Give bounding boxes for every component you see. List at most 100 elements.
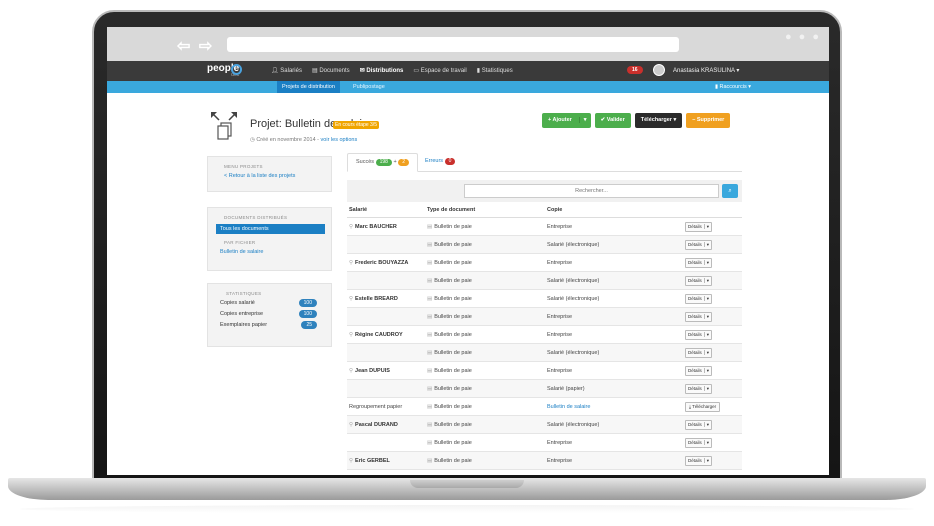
document-type: Bulletin de paie [434,278,472,284]
table-row[interactable]: ▤ Bulletin de paie Salarié (électronique) D… [347,344,742,362]
document-type: Bulletin de paie [434,386,472,392]
details-button[interactable]: Détails ▾ [685,348,713,358]
table-row[interactable]: ▤ Bulletin de paie Entreprise Détails ▾ [347,434,742,452]
chevron-down-icon[interactable]: ▾ [703,314,710,319]
table-row[interactable]: ⚲ Marc BAUCHER ▤ Bulletin de paie Entreprise… [347,218,742,236]
chevron-down-icon[interactable]: ▾ [703,296,710,301]
documents-table: Salarié Type de document Copie ⚲ Marc BAU… [347,203,742,470]
file-icon: ▤ [427,404,433,410]
file-icon: ▤ [427,350,433,356]
details-button[interactable]: Détails ▾ [685,384,713,394]
user-icon: ⚲ [349,368,354,374]
details-button[interactable]: Détails ▾ [685,240,713,250]
details-button[interactable]: Détails ▾ [685,222,713,232]
column-header[interactable]: Salarié [347,203,425,217]
details-button[interactable]: Détails ▾ [685,456,713,466]
details-button[interactable]: Détails ▾ [685,258,713,268]
employee-name: Jean DUPUIS [355,368,390,374]
download-row-button[interactable]: ⤓ Télécharger [685,402,721,412]
user-icon: ⚲ [349,296,354,302]
chevron-down-icon[interactable]: ▾ [703,224,710,229]
document-type: Bulletin de paie [434,314,472,320]
laptop-notch [410,480,524,488]
table-row[interactable]: Regroupement papier ▤ Bulletin de paie Bull… [347,398,742,416]
chevron-down-icon[interactable]: ▾ [703,458,710,463]
table-row[interactable]: ⚲ Jean DUPUIS ▤ Bulletin de paie Entreprise D… [347,362,742,380]
notification-badge[interactable]: 16 [627,66,643,74]
table-body: ⚲ Marc BAUCHER ▤ Bulletin de paie Entreprise… [347,218,742,470]
details-button[interactable]: Détails ▾ [685,294,713,304]
chevron-down-icon[interactable]: ▾ [578,117,587,123]
tab-errors[interactable]: Erreurs 0 [417,153,463,172]
tab-success[interactable]: Succès 198 + 2 [347,153,418,172]
table-row[interactable]: ⚲ Estelle BREARD ▤ Bulletin de paie Salarié … [347,290,742,308]
project-actions: + Ajouter ▾ ✔ Valider Télécharger ▾ – Sup… [542,113,731,128]
tab-mail-merge[interactable]: Publipostage [348,81,390,93]
copy-link[interactable]: Bulletin de salaire [545,398,685,415]
add-button[interactable]: + Ajouter ▾ [542,113,591,128]
document-type: Bulletin de paie [434,440,472,446]
table-row[interactable]: ▤ Bulletin de paie Entreprise Détails ▾ [347,308,742,326]
table-row[interactable]: ▤ Bulletin de paie Salarié (électronique) D… [347,236,742,254]
address-bar[interactable] [227,37,679,52]
file-icon: ▤ [427,296,433,302]
sidebar-item-payslip[interactable]: Bulletin de salaire [220,249,331,255]
sidebar-heading: STATISTIQUES [226,291,262,296]
chevron-down-icon[interactable]: ▾ [703,368,710,373]
app-top-nav: people doc 👤︎ Salariés ▤ Documents ✉ Dis… [107,61,829,81]
delete-button[interactable]: – Supprimer [686,113,731,128]
copy-type: Entreprise [547,260,573,266]
table-row[interactable]: ▤ Bulletin de paie Salarié (papier) Détails… [347,380,742,398]
chevron-down-icon[interactable]: ▾ [703,332,710,337]
tab-distribution-projects[interactable]: Projets de distribution [277,81,340,93]
copy-type: Entreprise [547,224,573,230]
nav-salaries[interactable]: 👤︎ Salariés [271,67,302,74]
document-type: Bulletin de paie [434,260,472,266]
validate-button[interactable]: ✔ Valider [594,113,631,128]
column-header[interactable]: Type de document [425,203,545,217]
table-row[interactable]: ⚲ Régine CAUDROY ▤ Bulletin de paie Entrepri… [347,326,742,344]
file-icon: ▤ [427,314,433,320]
file-icon: ▤ [427,368,433,374]
search-button[interactable]: ⌕ [722,184,738,198]
details-button[interactable]: Détails ▾ [685,366,713,376]
nav-distributions[interactable]: ✉ Distributions [360,67,404,74]
chevron-down-icon[interactable]: ▾ [703,350,710,355]
chevron-down-icon[interactable]: ▾ [703,386,710,391]
table-row[interactable]: ⚲ Pascal DURAND ▤ Bulletin de paie Salarié (… [347,416,742,434]
result-tabs: Succès 198 + 2 Erreurs 0 [347,153,742,172]
nav-documents[interactable]: ▤ Documents [312,67,350,74]
chevron-down-icon[interactable]: ▾ [703,278,710,283]
details-button[interactable]: Détails ▾ [685,420,713,430]
stat-row: Copies entreprise 100 [220,310,317,318]
column-header[interactable]: Copie [545,203,685,217]
project-meta: ◷ Créé en novembre 2014 - voir les optio… [250,137,358,143]
chevron-down-icon[interactable]: ▾ [703,440,710,445]
chevron-down-icon[interactable]: ▾ [703,260,710,265]
sidebar-item-all-documents[interactable]: Tous les documents [216,224,325,234]
chevron-down-icon[interactable]: ▾ [703,242,710,247]
nav-statistics[interactable]: ▮ Statistiques [477,67,513,74]
copy-type: Salarié (papier) [547,386,585,392]
laptop-mockup: ⇦ ⇨ ● ● ● people doc 👤︎ Salariés ▤ Docum… [0,0,934,526]
view-options-link[interactable]: voir les options [321,137,358,143]
details-button[interactable]: Détails ▾ [685,276,713,286]
download-button[interactable]: Télécharger ▾ [634,113,683,128]
details-button[interactable]: Détails ▾ [685,438,713,448]
details-button[interactable]: Détails ▾ [685,330,713,340]
search-input[interactable] [464,184,719,198]
table-row[interactable]: ▤ Bulletin de paie Salarié (électronique) D… [347,272,742,290]
chevron-down-icon[interactable]: ▾ [703,422,710,427]
user-menu[interactable]: Anastasia KRASULINA ▾ [673,67,739,74]
browser-nav-arrows-icon[interactable]: ⇦ ⇨ [177,36,214,56]
table-row[interactable]: ⚲ Frederic BOUYAZZA ▤ Bulletin de paie Entre… [347,254,742,272]
avatar[interactable] [653,64,665,76]
shortcuts-menu[interactable]: ▮ Raccourcis ▾ [715,81,751,93]
nav-workspace[interactable]: ▭ Espace de travail [413,67,466,74]
user-icon: 👤︎ [271,68,281,74]
sidebar-projects-menu: MENU PROJETS < Retour à la liste des pro… [207,156,332,192]
details-button[interactable]: Détails ▾ [685,312,713,322]
employee-name: Marc BAUCHER [355,224,397,230]
back-to-projects-link[interactable]: < Retour à la liste des projets [224,173,331,179]
table-row[interactable]: ⚲ Eric GERBEL ▤ Bulletin de paie Entreprise D… [347,452,742,470]
